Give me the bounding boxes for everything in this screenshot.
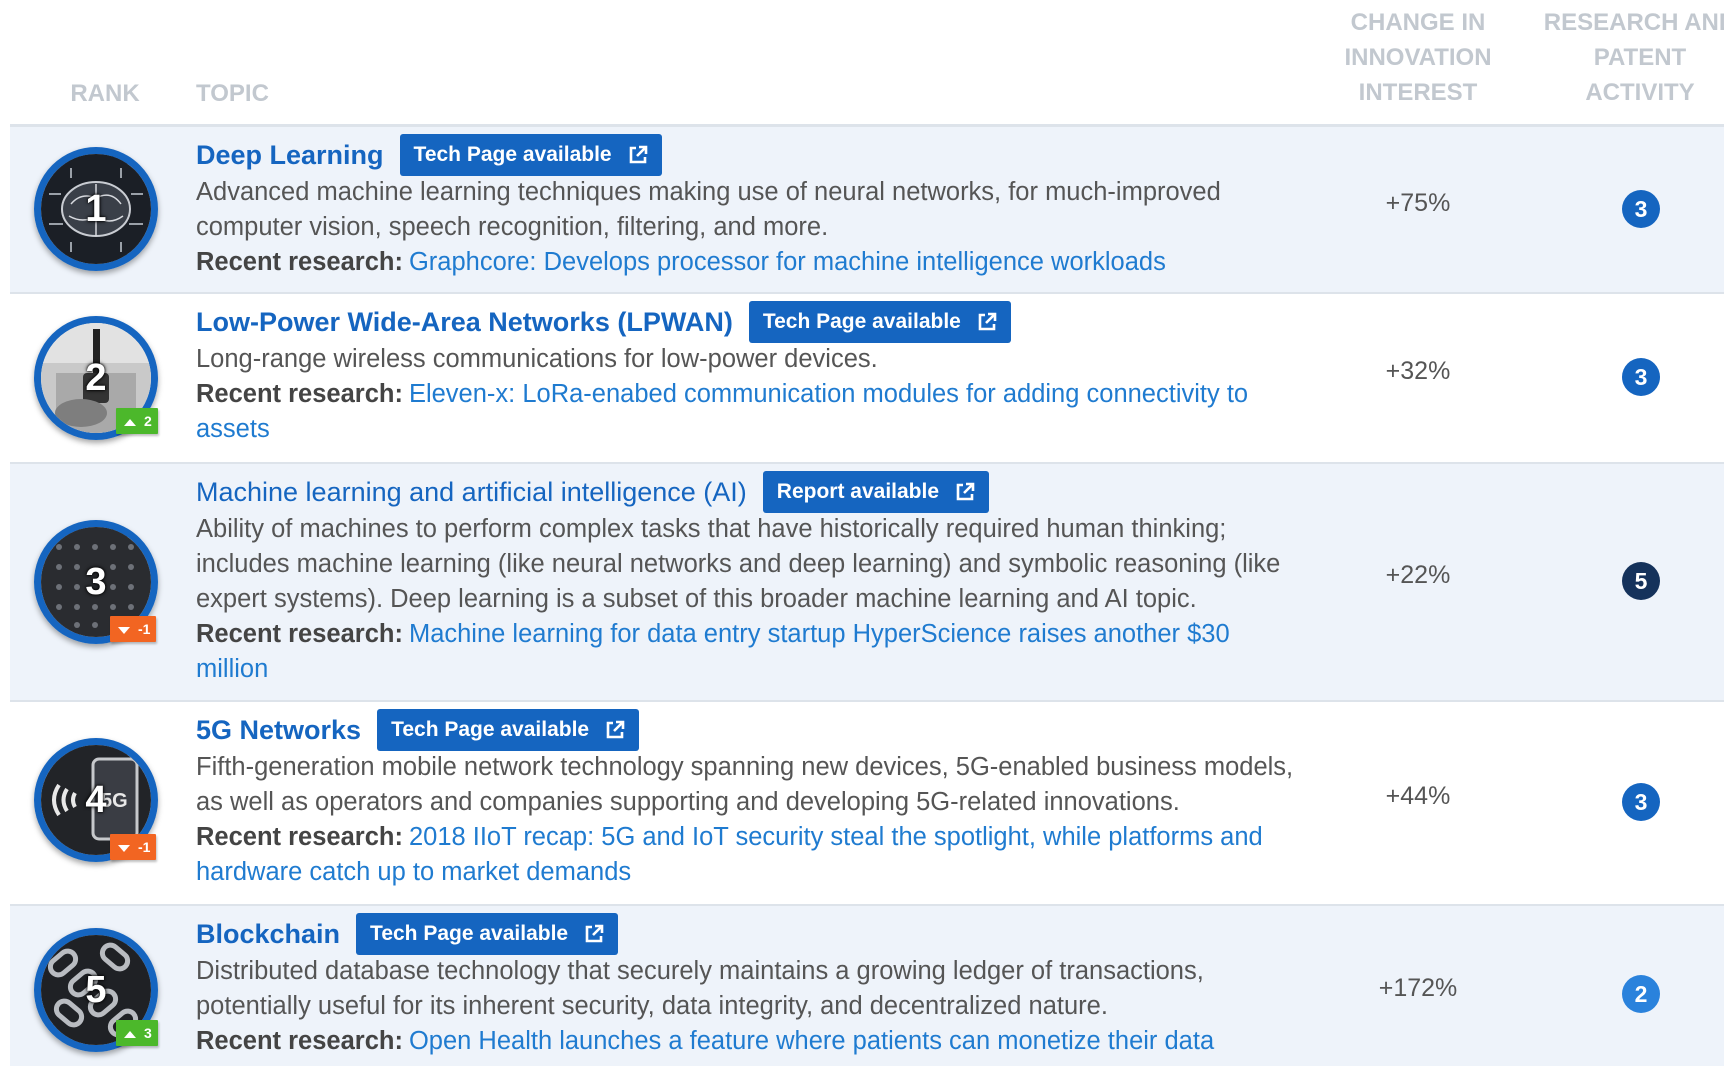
recent-research-label: Recent research:: [196, 1027, 403, 1055]
rank-badge: 2 2: [34, 316, 160, 442]
research-link[interactable]: Open Health launches a feature where pat…: [409, 1027, 1214, 1055]
external-link-icon: [585, 924, 604, 943]
rank-badge: 5 3: [34, 928, 160, 1054]
recent-research-label: Recent research:: [196, 620, 403, 648]
topic-cell: Machine learning and artificial intellig…: [196, 471, 1306, 687]
tech-page-button[interactable]: Tech Page available: [399, 134, 662, 176]
pill-label: Tech Page available: [762, 310, 961, 333]
table-row: 2 2 Low-Power Wide-Area Networks (LPWAN)…: [10, 294, 1724, 464]
up-arrow-icon: [124, 418, 136, 426]
activity-score: 5: [1622, 562, 1660, 600]
recent-research: Recent research: Graphcore: Develops proc…: [196, 245, 1306, 280]
rank-badge: 1: [34, 147, 160, 273]
pill-label: Tech Page available: [370, 922, 569, 945]
topic-description: Long-range wireless communications for l…: [196, 345, 878, 373]
report-button[interactable]: Report available: [762, 471, 990, 513]
topic-title[interactable]: Low-Power Wide-Area Networks (LPWAN): [196, 307, 733, 338]
activity-score: 3: [1622, 358, 1660, 396]
change-value: +44%: [1385, 782, 1451, 810]
tech-page-button[interactable]: Tech Page available: [377, 709, 640, 751]
recent-research: Recent research: Machine learning for dat…: [196, 617, 1306, 687]
change-value: +32%: [1385, 357, 1451, 385]
external-link-icon: [956, 482, 975, 501]
rank-change-badge: 2: [116, 408, 158, 434]
rank-badge: 5G 4 -1: [34, 738, 160, 864]
external-link-icon: [629, 145, 647, 164]
pill-label: Report available: [776, 480, 940, 503]
topic-cell: Blockchain Tech Page available Distribut…: [196, 913, 1306, 1059]
table-row: 3 -1 Machine learning and artificial int…: [10, 464, 1724, 702]
table-row: 5 3 Blockchain Tech Page available Distr…: [10, 906, 1724, 1066]
header-rank: RANK: [70, 80, 140, 107]
activity-score: 2: [1622, 975, 1660, 1013]
topic-title[interactable]: Deep Learning: [196, 140, 384, 171]
recent-research: Recent research: 2018 IIoT recap: 5G and …: [196, 820, 1306, 890]
topic-description: Distributed database technology that sec…: [196, 957, 1204, 1020]
trending-topics-table: RANK TOPIC CHANGE IN INNOVATION INTEREST…: [0, 0, 1724, 1066]
change-value: +22%: [1385, 561, 1451, 589]
recent-research-label: Recent research:: [196, 380, 403, 408]
topic-cell: Low-Power Wide-Area Networks (LPWAN) Tec…: [196, 301, 1306, 447]
table-row: 1 Deep Learning Tech Page available Adva…: [10, 127, 1724, 294]
pill-label: Tech Page available: [413, 143, 612, 166]
research-link[interactable]: Graphcore: Develops processor for machin…: [409, 248, 1166, 276]
header-topic: TOPIC: [196, 80, 269, 107]
change-value: +172%: [1378, 974, 1458, 1002]
rank-change-badge: 3: [116, 1020, 158, 1046]
recent-research: Recent research: Eleven-x: LoRa-enabed co…: [196, 377, 1306, 447]
topic-cell: Deep Learning Tech Page available Advanc…: [196, 134, 1306, 280]
up-arrow-icon: [124, 1030, 136, 1038]
pill-label: Tech Page available: [391, 718, 590, 741]
change-value: +75%: [1385, 189, 1451, 217]
topic-description: Advanced machine learning techniques mak…: [196, 178, 1221, 241]
rank-change-badge: -1: [110, 834, 157, 860]
recent-research-label: Recent research:: [196, 248, 403, 276]
table-row: 5G 4 -1 5G Networks Tech Page available …: [10, 702, 1724, 906]
tech-page-button[interactable]: Tech Page available: [356, 913, 619, 955]
tech-page-button[interactable]: Tech Page available: [748, 301, 1011, 343]
header-research: RESEARCH AND PATENT ACTIVITY: [1543, 9, 1724, 106]
activity-score: 3: [1622, 783, 1660, 821]
external-link-icon: [978, 312, 997, 331]
topic-title[interactable]: Blockchain: [196, 919, 340, 950]
rank-number: 1: [85, 188, 107, 230]
header-change: CHANGE IN INNOVATION INTEREST: [1344, 9, 1492, 106]
recent-research-label: Recent research:: [196, 823, 403, 851]
topic-title[interactable]: 5G Networks: [196, 715, 361, 746]
rank-badge: 3 -1: [34, 520, 160, 646]
down-arrow-icon: [118, 844, 130, 852]
down-arrow-icon: [118, 626, 130, 634]
external-link-icon: [606, 720, 625, 739]
recent-research: Recent research: Open Health launches a f…: [196, 1024, 1306, 1059]
topic-title[interactable]: Machine learning and artificial intellig…: [196, 477, 747, 508]
table-header: RANK TOPIC CHANGE IN INNOVATION INTEREST…: [10, 0, 1724, 127]
rank-change-badge: -1: [110, 616, 157, 642]
activity-score: 3: [1622, 190, 1660, 228]
topic-cell: 5G Networks Tech Page available Fifth-ge…: [196, 709, 1306, 890]
topic-description: Fifth-generation mobile network technolo…: [196, 753, 1294, 816]
topic-description: Ability of machines to perform complex t…: [196, 515, 1281, 613]
